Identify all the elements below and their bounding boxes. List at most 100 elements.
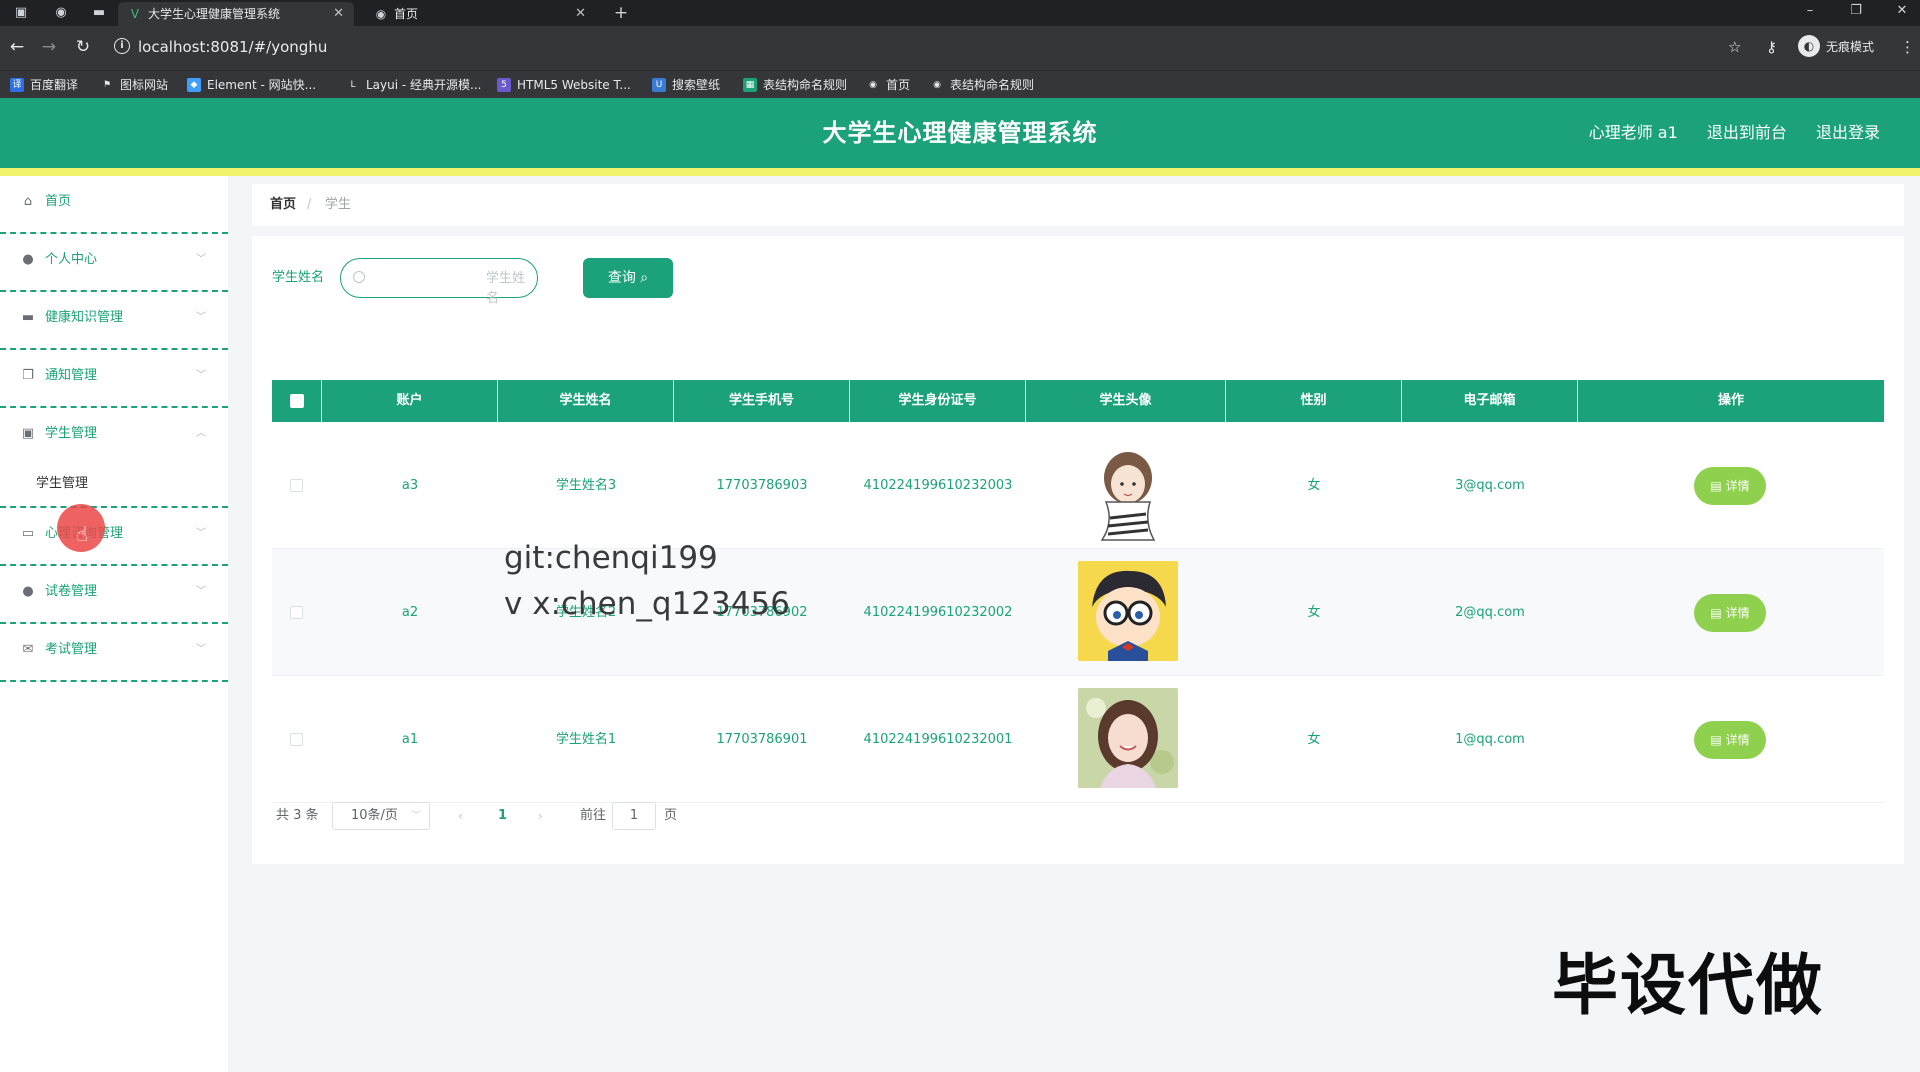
globe-icon: ◉ <box>375 7 387 21</box>
window-icon[interactable]: ▬ <box>90 4 108 22</box>
girl-sketch-icon <box>1100 452 1156 541</box>
search-input[interactable]: 学生姓名 <box>340 258 538 306</box>
detail-button[interactable]: ▤ 详情 <box>1694 467 1766 505</box>
detail-button[interactable]: ▤ 详情 <box>1694 594 1766 632</box>
next-page-icon[interactable]: › <box>538 806 543 826</box>
incognito-label[interactable]: 无痕模式 <box>1826 37 1874 57</box>
bookmarks-bar: 译百度翻译 ⚑ 图标网站 ◆ Element - 网站快... L Layui - 经… <box>0 70 1920 98</box>
user-icon: ● <box>22 584 34 599</box>
star-icon[interactable]: ☆ <box>1728 38 1741 56</box>
goto-page-input[interactable]: 1 <box>612 802 656 830</box>
window-close-icon[interactable]: ✕ <box>1884 0 1920 26</box>
column-header: 性别 <box>1226 380 1402 422</box>
avatar <box>1078 688 1178 788</box>
tab-active[interactable]: V 大学生心理健康管理系统 ✕ <box>118 2 354 26</box>
column-header: 学生手机号 <box>674 380 850 422</box>
row-checkbox[interactable] <box>290 733 303 746</box>
corner-watermark: 毕设代做 <box>1552 947 1824 1024</box>
search-placeholder: 学生姓名 <box>486 271 526 306</box>
tab-home[interactable]: ◉ 首页 ✕ <box>364 2 596 26</box>
header-accent-strip <box>0 168 1920 176</box>
goto-unit: 页 <box>664 808 678 823</box>
sidebar-item-home[interactable]: ⌂ 首页 <box>0 176 228 234</box>
cursor-icon: ☝ <box>76 522 89 546</box>
sidebar-item-label: 通知管理 <box>45 368 98 383</box>
watermark-line-1: git:chenqi199 <box>504 540 718 576</box>
logout-link[interactable]: 退出登录 <box>1816 123 1880 142</box>
header-links: 心理老师 a1 退出到前台 退出登录 <box>1565 98 1880 168</box>
breadcrumb-home[interactable]: 首页 <box>270 195 296 215</box>
document-icon: ▤ <box>1710 479 1722 493</box>
minimize-icon[interactable]: – <box>1792 0 1828 26</box>
cell-name: 学生姓名3 <box>555 478 617 493</box>
query-button[interactable]: 查询 ⌕ <box>583 258 673 298</box>
info-icon[interactable]: i <box>114 38 130 54</box>
bookmark[interactable]: ◉ 表结构命名规则 <box>930 75 1034 95</box>
bookmark[interactable]: L Layui - 经典开源模... <box>346 75 481 95</box>
sidebar-item-profile[interactable]: ● 个人中心 ﹀ <box>0 234 228 292</box>
bookmark[interactable]: 5 HTML5 Website T... <box>497 75 631 95</box>
copy-icon: ❐ <box>22 368 34 383</box>
search-label: 学生姓名 <box>272 270 325 285</box>
sidebar-item-papers[interactable]: ● 试卷管理 ﹀ <box>0 566 228 624</box>
row-checkbox[interactable] <box>290 606 303 619</box>
bookmark[interactable]: U 搜索壁纸 <box>652 75 720 95</box>
cell-name: 学生姓名1 <box>555 732 617 747</box>
layui-icon: L <box>350 80 356 90</box>
to-front-link[interactable]: 退出到前台 <box>1707 123 1787 142</box>
submenu-label: 学生管理 <box>36 476 89 491</box>
detail-button[interactable]: ▤ 详情 <box>1694 721 1766 759</box>
avatar <box>1078 444 1178 544</box>
tab-title: 大学生心理健康管理系统 <box>148 7 281 21</box>
bookmark[interactable]: ▦ 表结构命名规则 <box>743 75 847 95</box>
menu-dots-icon[interactable]: ⋮ <box>1900 38 1915 56</box>
cell-gender: 女 <box>1307 605 1321 620</box>
breadcrumb-current: 学生 <box>325 197 352 212</box>
bookmark[interactable]: 译百度翻译 <box>10 75 78 95</box>
sidebar-item-notice[interactable]: ❐ 通知管理 ﹀ <box>0 350 228 408</box>
sidebar-item-students[interactable]: ▣ 学生管理 ︿ <box>0 408 228 466</box>
bookmark[interactable]: ◆ Element - 网站快... <box>187 75 316 95</box>
table-header: 账户 学生姓名 学生手机号 学生身份证号 学生头像 性别 电子邮箱 操作 <box>272 380 1884 422</box>
reload-icon[interactable]: ↻ <box>72 36 94 58</box>
table-icon: ▦ <box>743 78 757 92</box>
select-all-checkbox[interactable] <box>290 394 304 408</box>
home-icon: ⌂ <box>23 194 33 209</box>
sidebar-item-label: 健康知识管理 <box>45 310 124 325</box>
cartoon-boy-icon <box>1078 561 1178 661</box>
new-tab-icon[interactable]: + <box>612 4 630 22</box>
flag-icon: ⚑ <box>102 80 112 90</box>
close-icon[interactable]: ✕ <box>333 2 344 26</box>
chevron-down-icon: ﹀ <box>411 811 421 821</box>
chevron-up-icon: ︿ <box>196 428 206 439</box>
bookmark[interactable]: ⚑ 图标网站 <box>100 75 168 95</box>
sidebar-item-label: 个人中心 <box>45 252 98 267</box>
bookmark[interactable]: ◉ 首页 <box>866 75 910 95</box>
back-icon[interactable]: ← <box>6 36 28 58</box>
incognito-icon[interactable]: ◐ <box>1798 35 1820 57</box>
sidebar-item-knowledge[interactable]: ▬ 健康知识管理 ﹀ <box>0 292 228 350</box>
restore-icon[interactable]: ❐ <box>1838 0 1874 26</box>
row-checkbox[interactable] <box>290 479 303 492</box>
page-size-select[interactable]: 10条/页 ﹀ <box>332 802 430 830</box>
page-number[interactable]: 1 <box>498 806 507 826</box>
search-icon <box>353 271 365 283</box>
sidebar-item-exams[interactable]: ✉ 考试管理 ﹀ <box>0 624 228 682</box>
bilibili-icon[interactable]: ▣ <box>12 4 30 22</box>
chevron-down-icon: ﹀ <box>196 312 206 323</box>
cell-id-card: 410224199610232002 <box>863 605 1013 620</box>
clipboard-icon: ▣ <box>21 426 35 441</box>
avatar <box>1078 561 1178 661</box>
close-icon[interactable]: ✕ <box>575 2 586 26</box>
forward-icon[interactable]: → <box>38 36 60 58</box>
prev-page-icon[interactable]: ‹ <box>458 806 463 826</box>
breadcrumb-separator: / <box>307 197 312 212</box>
cell-gender: 女 <box>1307 732 1321 747</box>
sidebar-item-consult[interactable]: ▭ 心理咨询管理 ﹀ <box>0 508 228 566</box>
key-icon[interactable]: ⚷ <box>1766 38 1777 56</box>
sidebar: ⌂ 首页 ● 个人中心 ﹀ ▬ 健康知识管理 ﹀ ❐ 通知管理 ﹀ ▣ 学生管理… <box>0 176 228 1072</box>
globe-icon[interactable]: ◉ <box>52 4 70 22</box>
url-field[interactable]: localhost:8081/#/yonghu <box>138 36 327 58</box>
sidebar-item-label: 试卷管理 <box>45 584 98 599</box>
submenu-item-students[interactable]: 学生管理 <box>0 462 228 508</box>
